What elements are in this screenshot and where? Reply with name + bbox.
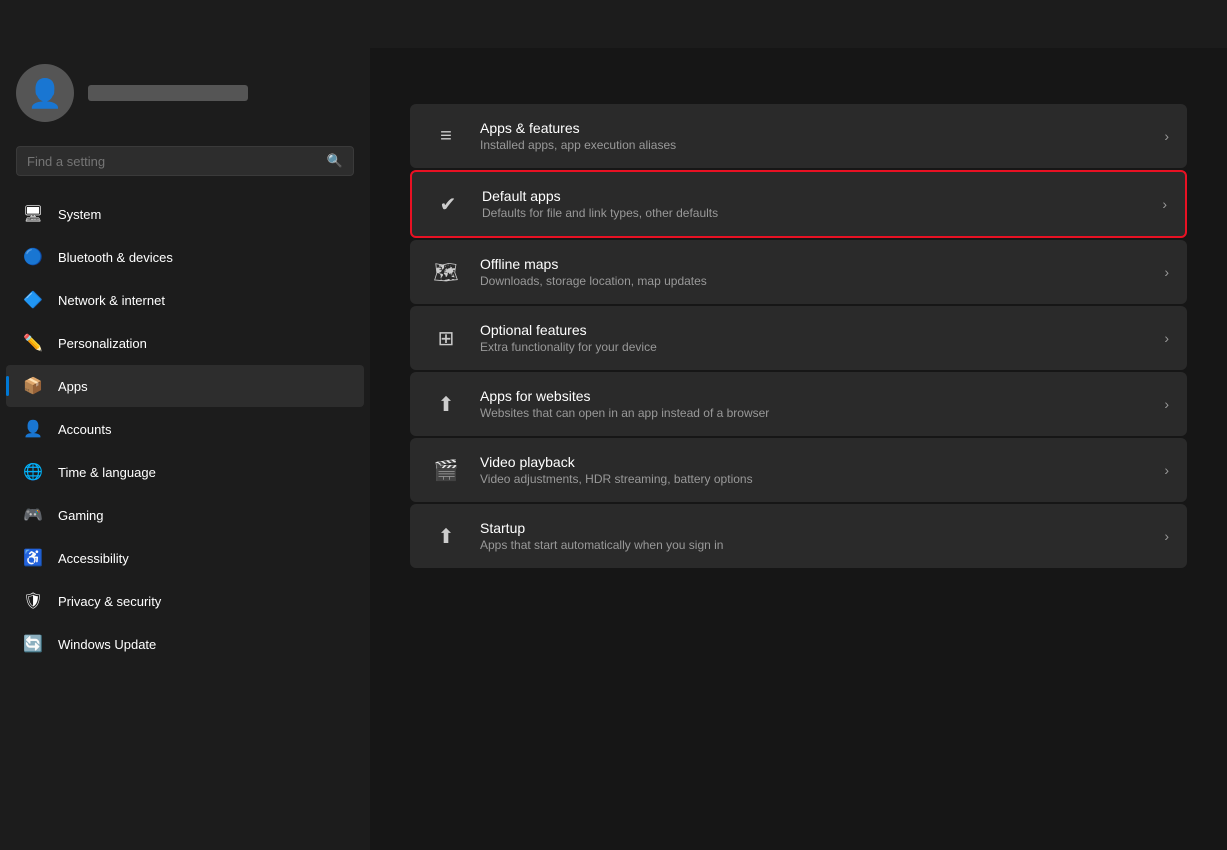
settings-list: ≡ Apps & features Installed apps, app ex… [410,104,1187,568]
bluetooth-icon: 🔵 [22,246,44,268]
sidebar-label-gaming: Gaming [58,508,104,523]
apps-features-chevron: › [1164,128,1169,144]
settings-row-startup[interactable]: ⬆ Startup Apps that start automatically … [410,504,1187,568]
optional-features-chevron: › [1164,330,1169,346]
privacy-icon: 🛡 [22,590,44,612]
main-layout: 👤 🔍 🖥 System 🔵 Bluetooth & devices 🔷 Net… [0,48,1227,850]
sidebar-label-personalization: Personalization [58,336,147,351]
network-icon: 🔷 [22,289,44,311]
settings-row-default-apps[interactable]: ✔ Default apps Defaults for file and lin… [410,170,1187,238]
sidebar-item-personalization[interactable]: ✏️ Personalization [6,322,364,364]
sidebar-item-gaming[interactable]: 🎮 Gaming [6,494,364,536]
video-playback-chevron: › [1164,462,1169,478]
sidebar-label-windows_update: Windows Update [58,637,156,652]
video-playback-icon: 🎬 [428,452,464,488]
default-apps-subtitle: Defaults for file and link types, other … [482,206,1146,220]
startup-text: Startup Apps that start automatically wh… [480,520,1148,552]
sidebar-label-network: Network & internet [58,293,165,308]
apps-features-text: Apps & features Installed apps, app exec… [480,120,1148,152]
search-container: 🔍 [0,138,370,192]
sidebar-label-accounts: Accounts [58,422,111,437]
window-controls [1077,8,1215,40]
optional-features-title: Optional features [480,322,1148,338]
maximize-button[interactable] [1123,8,1169,40]
offline-maps-title: Offline maps [480,256,1148,272]
settings-row-apps-features[interactable]: ≡ Apps & features Installed apps, app ex… [410,104,1187,168]
content-area: ≡ Apps & features Installed apps, app ex… [370,48,1227,850]
default-apps-title: Default apps [482,188,1146,204]
titlebar [0,0,1227,48]
apps-icon: 📦 [22,375,44,397]
settings-row-apps-websites[interactable]: ⬆ Apps for websites Websites that can op… [410,372,1187,436]
sidebar-item-time[interactable]: 🌐 Time & language [6,451,364,493]
settings-row-offline-maps[interactable]: 🗺 Offline maps Downloads, storage locati… [410,240,1187,304]
sidebar-label-privacy: Privacy & security [58,594,161,609]
startup-chevron: › [1164,528,1169,544]
optional-features-icon: ⊞ [428,320,464,356]
search-icon: 🔍 [327,153,343,169]
offline-maps-text: Offline maps Downloads, storage location… [480,256,1148,288]
optional-features-text: Optional features Extra functionality fo… [480,322,1148,354]
sidebar-item-apps[interactable]: 📦 Apps [6,365,364,407]
nav-list: 🖥 System 🔵 Bluetooth & devices 🔷 Network… [0,192,370,666]
apps-websites-text: Apps for websites Websites that can open… [480,388,1148,420]
default-apps-icon: ✔ [430,186,466,222]
sidebar-item-system[interactable]: 🖥 System [6,193,364,235]
default-apps-text: Default apps Defaults for file and link … [482,188,1146,220]
user-profile[interactable]: 👤 [0,48,370,138]
optional-features-subtitle: Extra functionality for your device [480,340,1148,354]
sidebar-label-time: Time & language [58,465,156,480]
video-playback-subtitle: Video adjustments, HDR streaming, batter… [480,472,1148,486]
windows_update-icon: 🔄 [22,633,44,655]
user-name-placeholder [88,85,248,101]
startup-subtitle: Apps that start automatically when you s… [480,538,1148,552]
close-button[interactable] [1169,8,1215,40]
startup-title: Startup [480,520,1148,536]
offline-maps-subtitle: Downloads, storage location, map updates [480,274,1148,288]
apps-websites-icon: ⬆ [428,386,464,422]
offline-maps-chevron: › [1164,264,1169,280]
time-icon: 🌐 [22,461,44,483]
default-apps-chevron: › [1162,196,1167,212]
apps-websites-title: Apps for websites [480,388,1148,404]
search-input[interactable] [27,154,319,169]
video-playback-text: Video playback Video adjustments, HDR st… [480,454,1148,486]
sidebar-item-accessibility[interactable]: ♿ Accessibility [6,537,364,579]
sidebar-item-accounts[interactable]: 👤 Accounts [6,408,364,450]
sidebar-item-windows_update[interactable]: 🔄 Windows Update [6,623,364,665]
system-icon: 🖥 [22,203,44,225]
sidebar-label-system: System [58,207,101,222]
accessibility-icon: ♿ [22,547,44,569]
search-box[interactable]: 🔍 [16,146,354,176]
video-playback-title: Video playback [480,454,1148,470]
sidebar-label-accessibility: Accessibility [58,551,129,566]
sidebar-item-bluetooth[interactable]: 🔵 Bluetooth & devices [6,236,364,278]
personalization-icon: ✏️ [22,332,44,354]
apps-features-title: Apps & features [480,120,1148,136]
sidebar-item-privacy[interactable]: 🛡 Privacy & security [6,580,364,622]
sidebar: 👤 🔍 🖥 System 🔵 Bluetooth & devices 🔷 Net… [0,48,370,850]
sidebar-label-bluetooth: Bluetooth & devices [58,250,173,265]
apps-features-icon: ≡ [428,118,464,154]
accounts-icon: 👤 [22,418,44,440]
user-icon: 👤 [28,77,63,110]
sidebar-label-apps: Apps [58,379,88,394]
apps-websites-subtitle: Websites that can open in an app instead… [480,406,1148,420]
settings-row-video-playback[interactable]: 🎬 Video playback Video adjustments, HDR … [410,438,1187,502]
sidebar-item-network[interactable]: 🔷 Network & internet [6,279,364,321]
startup-icon: ⬆ [428,518,464,554]
avatar: 👤 [16,64,74,122]
apps-features-subtitle: Installed apps, app execution aliases [480,138,1148,152]
apps-websites-chevron: › [1164,396,1169,412]
offline-maps-icon: 🗺 [428,254,464,290]
back-button[interactable] [12,8,44,40]
gaming-icon: 🎮 [22,504,44,526]
settings-row-optional-features[interactable]: ⊞ Optional features Extra functionality … [410,306,1187,370]
minimize-button[interactable] [1077,8,1123,40]
